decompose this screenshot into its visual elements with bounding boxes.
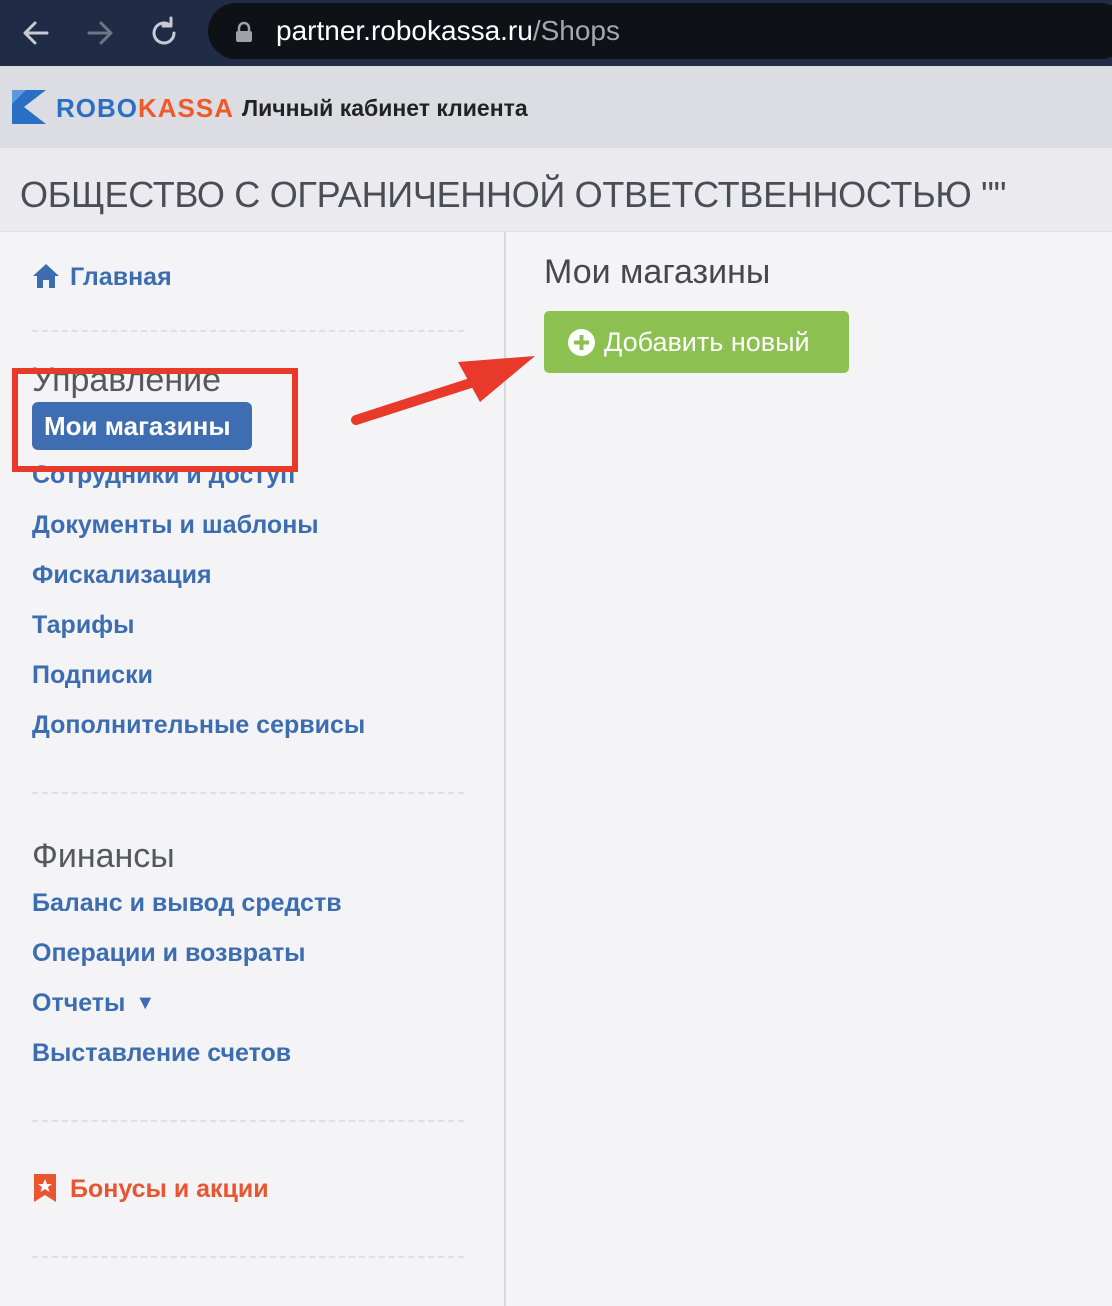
- sidebar-item-tariffs[interactable]: Тарифы: [32, 610, 134, 640]
- logo-text[interactable]: ROBOKASSA: [56, 93, 234, 123]
- highlight-box: [12, 368, 298, 472]
- sidebar-item-home[interactable]: Главная: [70, 262, 172, 292]
- header-title: Личный кабинет клиента: [242, 95, 528, 121]
- url-host: partner.robokassa.ru: [276, 15, 533, 46]
- sidebar-item-subscriptions[interactable]: Подписки: [32, 660, 153, 690]
- logo-robo: ROBO: [56, 93, 138, 123]
- logo-kassa: KASSA: [138, 93, 235, 123]
- add-button-label: Добавить новый: [604, 327, 810, 357]
- reload-button[interactable]: [144, 13, 184, 53]
- sidebar-divider: [32, 330, 464, 332]
- arrow-right-icon: [87, 21, 113, 45]
- sidebar-item-reports[interactable]: Отчеты ▼: [32, 988, 155, 1018]
- sidebar-item-documents[interactable]: Документы и шаблоны: [32, 510, 319, 540]
- lock-icon: [236, 21, 252, 42]
- arrow-left-icon: [23, 21, 49, 45]
- sidebar-item-bonuses[interactable]: Бонусы и акции: [70, 1174, 269, 1204]
- address-bar[interactable]: partner.robokassa.ru/Shops: [208, 3, 1112, 59]
- browser-toolbar: partner.robokassa.ru/Shops: [0, 0, 1112, 66]
- url-text: partner.robokassa.ru/Shops: [276, 15, 620, 47]
- reload-icon: [152, 16, 176, 45]
- home-icon: [33, 264, 59, 288]
- chevron-down-icon: ▼: [135, 992, 156, 1014]
- bookmark-star-icon: [34, 1174, 56, 1202]
- sidebar-item-reports-label: Отчеты: [32, 989, 126, 1017]
- plus-circle-icon: [568, 329, 595, 356]
- company-name: ОБЩЕСТВО С ОГРАНИЧЕННОЙ ОТВЕТСТВЕННОСТЬЮ…: [20, 174, 1007, 215]
- sidebar-divider: [32, 792, 464, 794]
- app-header: ROBOKASSA Личный кабинет клиента: [0, 66, 1112, 148]
- add-new-shop-button[interactable]: Добавить новый: [544, 311, 849, 373]
- annotation-arrow-icon: [351, 356, 535, 425]
- sidebar-item-fiscalization[interactable]: Фискализация: [32, 560, 212, 590]
- company-band: ОБЩЕСТВО С ОГРАНИЧЕННОЙ ОТВЕТСТВЕННОСТЬЮ…: [0, 148, 1112, 232]
- sidebar-item-balance[interactable]: Баланс и вывод средств: [32, 888, 342, 918]
- sidebar-item-additional-services[interactable]: Дополнительные сервисы: [32, 710, 365, 740]
- sidebar-divider: [32, 1256, 464, 1258]
- forward-button[interactable]: [80, 13, 120, 53]
- page-title: Мои магазины: [544, 253, 771, 291]
- back-button[interactable]: [16, 13, 56, 53]
- sidebar-item-operations[interactable]: Операции и возвраты: [32, 938, 306, 968]
- section-title-finance: Финансы: [32, 837, 175, 875]
- sidebar-item-invoicing[interactable]: Выставление счетов: [32, 1038, 291, 1068]
- url-path: /Shops: [532, 15, 620, 46]
- robokassa-logo-icon[interactable]: [12, 90, 46, 124]
- page: partner.robokassa.ru/Shops ROBOKASSA Лич…: [0, 0, 1112, 1306]
- sidebar-divider: [32, 1120, 464, 1122]
